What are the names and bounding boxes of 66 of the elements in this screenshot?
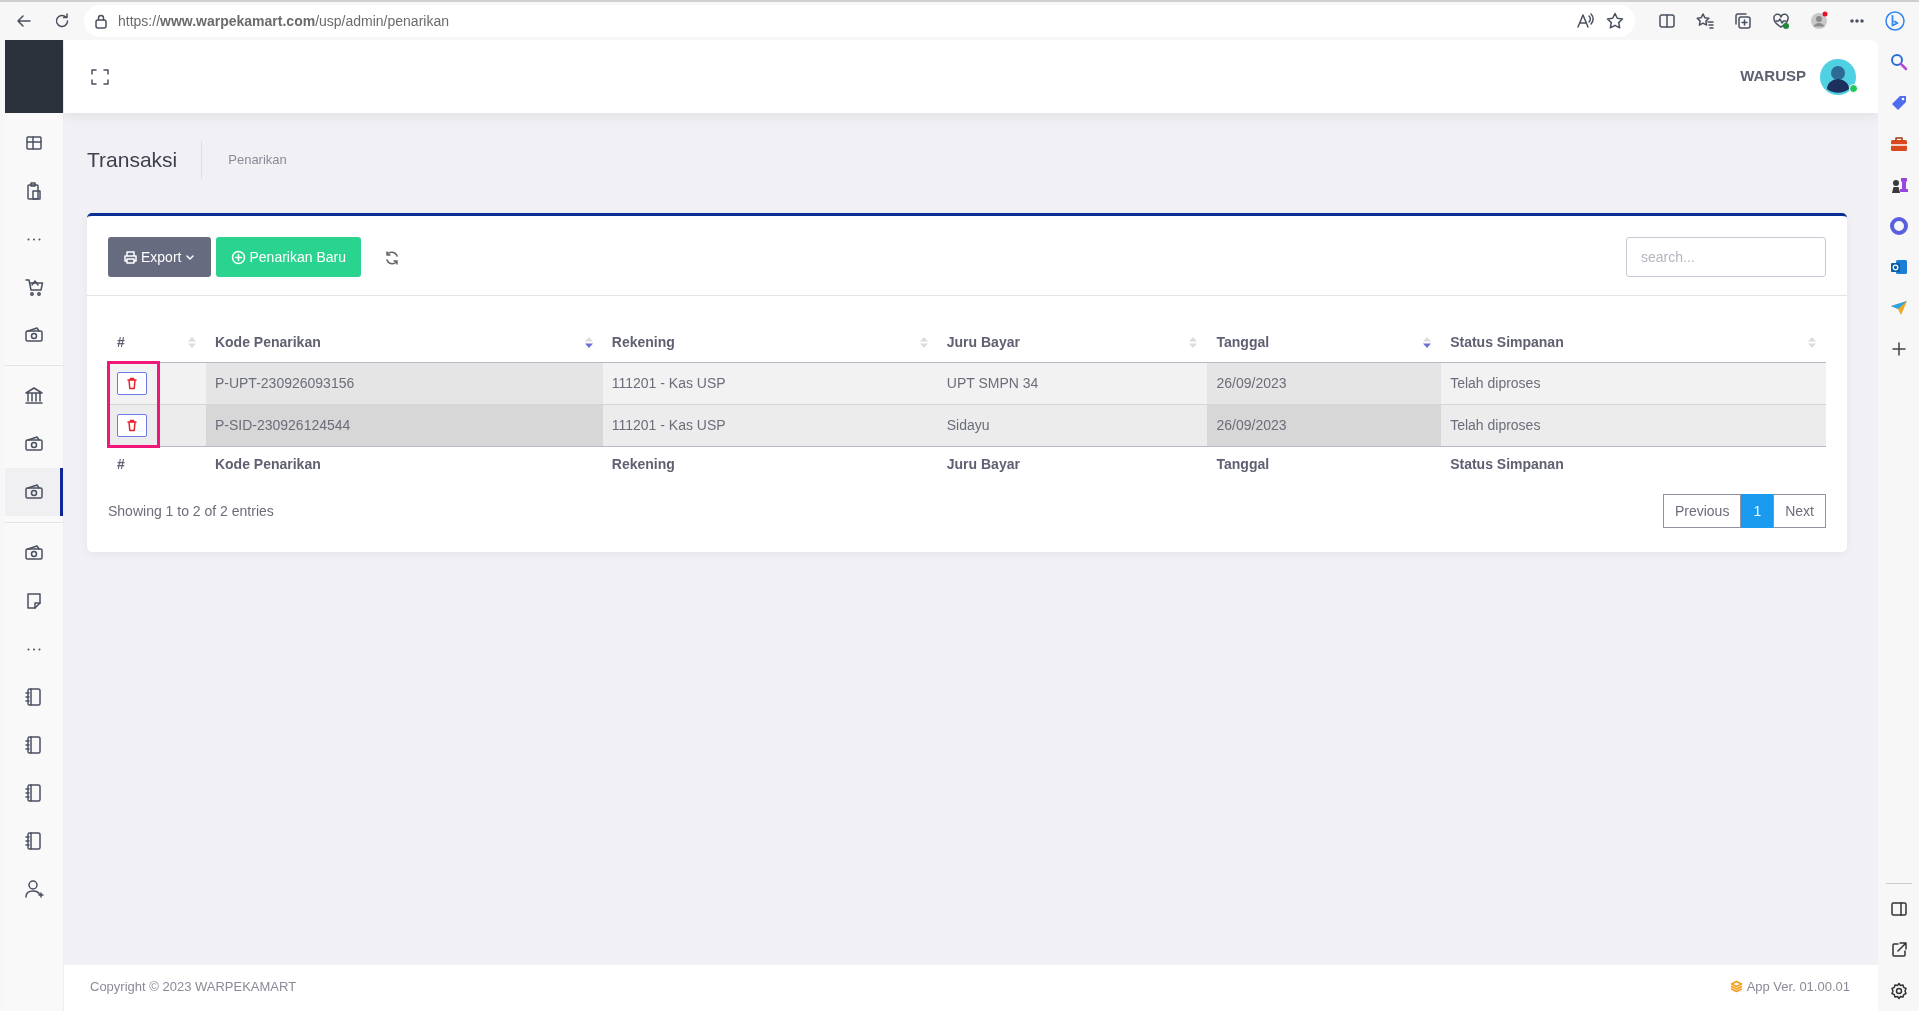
- search-field[interactable]: search...: [1626, 237, 1826, 277]
- table-cell: Telah diproses: [1441, 404, 1826, 446]
- briefcase-icon[interactable]: [1888, 134, 1909, 154]
- column-footer: Status Simpanan: [1441, 446, 1826, 482]
- sidebar-panel-icon[interactable]: [1888, 899, 1909, 919]
- table-cell: Telah diproses: [1441, 362, 1826, 404]
- previous-button[interactable]: Previous: [1662, 494, 1742, 528]
- profile-icon[interactable]: [1809, 11, 1829, 31]
- entries-info: Showing 1 to 2 of 2 entries: [108, 501, 274, 521]
- table-cell: 26/09/2023: [1207, 362, 1442, 404]
- settings-icon[interactable]: [1888, 981, 1909, 1001]
- dots-icon: [27, 237, 41, 241]
- cart-icon: [23, 276, 45, 298]
- copyright-text: Copyright © 2023 WARPEKAMART: [90, 977, 297, 996]
- column-header[interactable]: Juru Bayar: [937, 324, 1208, 362]
- printer-icon: [123, 249, 138, 265]
- ring-logo-icon[interactable]: [1888, 216, 1909, 236]
- search-icon[interactable]: [1888, 52, 1909, 72]
- user-name: WARUSP: [1740, 66, 1806, 87]
- plus-circle-icon: [231, 249, 247, 265]
- breadcrumb-item[interactable]: Penarikan: [202, 150, 287, 170]
- trash-icon: [126, 376, 138, 390]
- table-cell: UPT SMPN 34: [937, 362, 1208, 404]
- layers-icon: [1729, 980, 1743, 993]
- heart-pulse-icon[interactable]: [1771, 11, 1791, 31]
- column-header[interactable]: Rekening: [602, 324, 938, 362]
- table-cell: 111201 - Kas USP: [602, 404, 938, 446]
- bing-icon[interactable]: [1885, 11, 1905, 31]
- sort-icon[interactable]: [583, 336, 594, 350]
- user-avatar[interactable]: [1820, 58, 1856, 95]
- fullscreen-icon[interactable]: [90, 66, 110, 87]
- sort-icon[interactable]: [1422, 336, 1433, 350]
- column-header[interactable]: Tanggal: [1207, 324, 1442, 362]
- column-footer: Tanggal: [1207, 446, 1442, 482]
- column-header[interactable]: #: [108, 324, 206, 362]
- trash-icon: [126, 418, 138, 432]
- lock-icon[interactable]: [94, 13, 108, 29]
- read-aloud-icon[interactable]: [1575, 11, 1595, 31]
- split-screen-icon[interactable]: [1657, 11, 1677, 31]
- version-text: App Ver. 01.00.01: [1746, 977, 1850, 996]
- table-cell: 26/09/2023: [1207, 404, 1442, 446]
- star-icon[interactable]: [1605, 11, 1625, 31]
- dots-icon: [27, 647, 41, 651]
- column-header[interactable]: Kode Penarikan: [205, 324, 603, 362]
- delete-button[interactable]: [117, 413, 147, 437]
- export-button[interactable]: Export: [108, 237, 212, 277]
- column-footer: Kode Penarikan: [205, 446, 603, 482]
- table-cell: 111201 - Kas USP: [602, 362, 938, 404]
- column-header[interactable]: Status Simpanan: [1441, 324, 1826, 362]
- refresh-icon: [384, 249, 400, 266]
- table-cell: P-SID-230926124544: [205, 404, 603, 446]
- mail-icon[interactable]: [1888, 257, 1909, 277]
- column-footer: Rekening: [602, 446, 938, 482]
- favorites-icon[interactable]: [1695, 11, 1715, 31]
- table-cell: P-UPT-230926093156: [205, 362, 603, 404]
- collections-icon[interactable]: [1733, 11, 1753, 31]
- page-title: Transaksi: [87, 141, 203, 179]
- page-button[interactable]: 1: [1741, 494, 1774, 528]
- delete-button[interactable]: [117, 371, 147, 395]
- table-cell: Sidayu: [937, 404, 1208, 446]
- bank-icon: [23, 385, 45, 407]
- column-footer: #: [108, 446, 206, 482]
- user-add-icon: [23, 878, 45, 900]
- next-button[interactable]: Next: [1773, 494, 1826, 528]
- sidebar-item[interactable]: [5, 468, 63, 516]
- column-footer: Juru Bayar: [937, 446, 1208, 482]
